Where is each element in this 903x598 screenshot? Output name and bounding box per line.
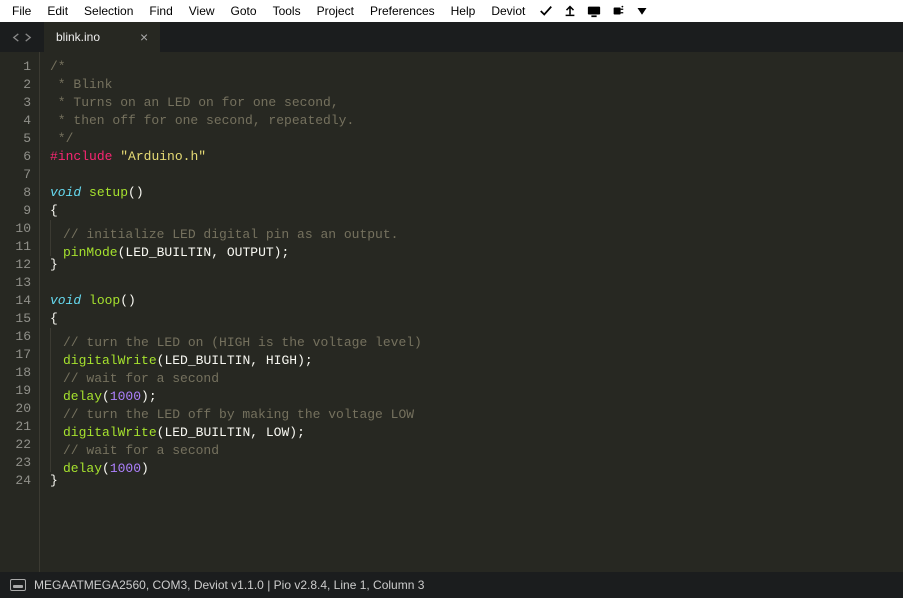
plug-icon[interactable] bbox=[611, 4, 625, 18]
code-line[interactable]: digitalWrite(LED_BUILTIN, LOW); bbox=[50, 418, 903, 436]
menubar: File Edit Selection Find View Goto Tools… bbox=[0, 0, 903, 22]
menu-goto[interactable]: Goto bbox=[223, 4, 265, 18]
code-area[interactable]: /* * Blink * Turns on an LED on for one … bbox=[40, 52, 903, 572]
code-line[interactable] bbox=[50, 274, 903, 292]
triangle-down-icon[interactable] bbox=[635, 4, 649, 18]
code-line[interactable]: // turn the LED on (HIGH is the voltage … bbox=[50, 328, 903, 346]
tab-nav[interactable] bbox=[0, 22, 44, 52]
gutter: 123456789101112131415161718192021222324 bbox=[0, 52, 40, 572]
statusbar: MEGAATMEGA2560, COM3, Deviot v1.1.0 | Pi… bbox=[0, 572, 903, 598]
chevron-right-icon bbox=[23, 33, 32, 42]
editor[interactable]: 123456789101112131415161718192021222324 … bbox=[0, 52, 903, 572]
menu-find[interactable]: Find bbox=[141, 4, 180, 18]
code-line[interactable]: #include "Arduino.h" bbox=[50, 148, 903, 166]
tab-label: blink.ino bbox=[56, 30, 100, 44]
code-line[interactable]: delay(1000) bbox=[50, 454, 903, 472]
menu-preferences[interactable]: Preferences bbox=[362, 4, 443, 18]
menu-file[interactable]: File bbox=[4, 4, 39, 18]
menu-deviot[interactable]: Deviot bbox=[483, 4, 533, 18]
code-line[interactable]: void loop() bbox=[50, 292, 903, 310]
code-line[interactable]: * Blink bbox=[50, 76, 903, 94]
close-icon[interactable]: × bbox=[140, 30, 148, 44]
code-line[interactable] bbox=[50, 166, 903, 184]
menu-view[interactable]: View bbox=[181, 4, 223, 18]
code-line[interactable]: void setup() bbox=[50, 184, 903, 202]
code-line[interactable]: } bbox=[50, 256, 903, 274]
check-icon[interactable] bbox=[539, 4, 553, 18]
code-line[interactable]: * then off for one second, repeatedly. bbox=[50, 112, 903, 130]
code-line[interactable]: // wait for a second bbox=[50, 364, 903, 382]
code-line[interactable]: { bbox=[50, 310, 903, 328]
tab-active[interactable]: blink.ino × bbox=[44, 22, 161, 52]
menu-tools[interactable]: Tools bbox=[265, 4, 309, 18]
chevron-left-icon bbox=[12, 33, 21, 42]
code-line[interactable]: * Turns on an LED on for one second, bbox=[50, 94, 903, 112]
tabstrip: blink.ino × bbox=[0, 22, 903, 52]
code-line[interactable]: // wait for a second bbox=[50, 436, 903, 454]
menu-project[interactable]: Project bbox=[309, 4, 362, 18]
menu-help[interactable]: Help bbox=[443, 4, 484, 18]
menu-selection[interactable]: Selection bbox=[76, 4, 141, 18]
code-line[interactable]: // turn the LED off by making the voltag… bbox=[50, 400, 903, 418]
status-text: MEGAATMEGA2560, COM3, Deviot v1.1.0 | Pi… bbox=[34, 578, 424, 592]
code-line[interactable]: digitalWrite(LED_BUILTIN, HIGH); bbox=[50, 346, 903, 364]
code-line[interactable]: delay(1000); bbox=[50, 382, 903, 400]
panel-icon[interactable] bbox=[10, 579, 26, 591]
code-line[interactable]: pinMode(LED_BUILTIN, OUTPUT); bbox=[50, 238, 903, 256]
code-line[interactable]: /* bbox=[50, 58, 903, 76]
code-line[interactable]: } bbox=[50, 472, 903, 490]
code-line[interactable]: */ bbox=[50, 130, 903, 148]
upload-icon[interactable] bbox=[563, 4, 577, 18]
menu-edit[interactable]: Edit bbox=[39, 4, 76, 18]
monitor-icon[interactable] bbox=[587, 4, 601, 18]
code-line[interactable]: // initialize LED digital pin as an outp… bbox=[50, 220, 903, 238]
code-line[interactable]: { bbox=[50, 202, 903, 220]
